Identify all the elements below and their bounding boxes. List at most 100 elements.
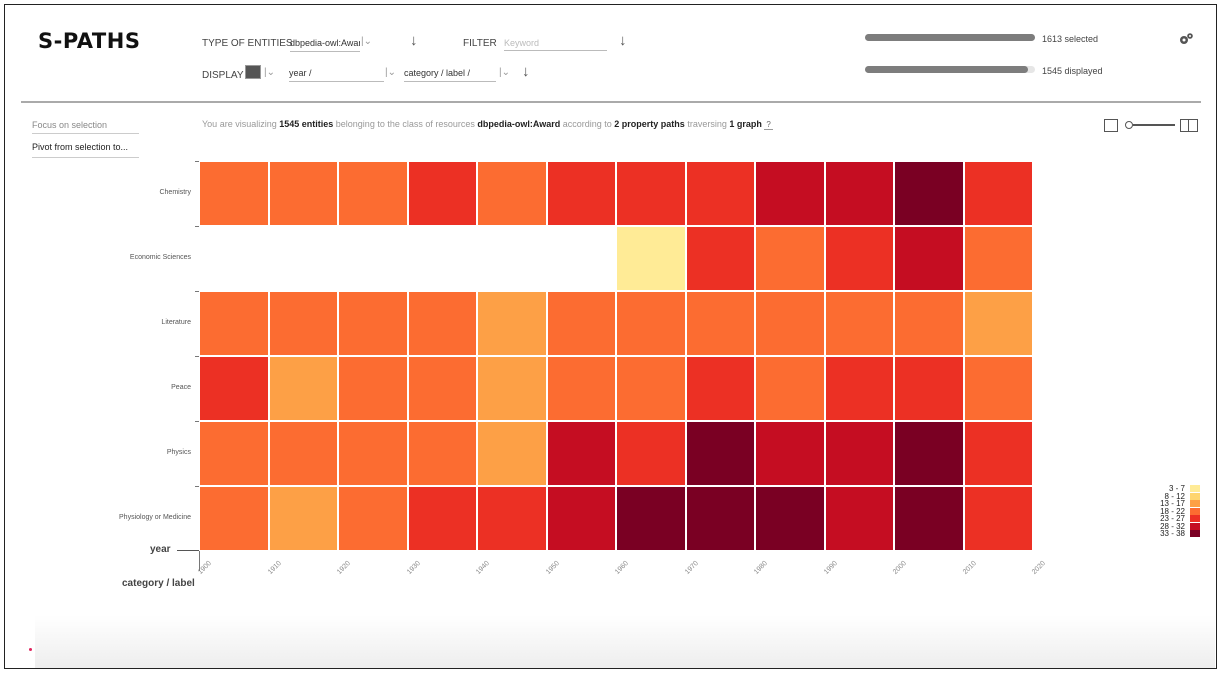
- type-down-arrow-icon[interactable]: ↓: [410, 32, 418, 49]
- display-type-chevron-icon[interactable]: |⌄: [264, 67, 275, 78]
- heatmap-cell[interactable]: [755, 161, 825, 226]
- heatmap-cell[interactable]: [824, 356, 894, 421]
- heatmap-cell[interactable]: [199, 421, 269, 486]
- heatmap-cell[interactable]: [199, 356, 269, 421]
- y-tick-label[interactable]: Peace: [71, 384, 191, 391]
- heatmap-cell[interactable]: [894, 161, 964, 226]
- heatmap-cell[interactable]: [268, 291, 338, 356]
- heatmap-cell[interactable]: [616, 356, 686, 421]
- heatmap-cell[interactable]: [755, 291, 825, 356]
- heatmap-cell[interactable]: [338, 421, 408, 486]
- heatmap-cell[interactable]: [338, 291, 408, 356]
- focus-on-selection[interactable]: Focus on selection: [32, 120, 107, 130]
- heatmap-cell[interactable]: [824, 291, 894, 356]
- y-tick-label[interactable]: Literature: [71, 319, 191, 326]
- x-select-chevron-icon[interactable]: |⌄: [385, 67, 396, 78]
- x-axis-name[interactable]: year: [150, 544, 171, 555]
- heatmap-cell[interactable]: [199, 161, 269, 226]
- heatmap-cell[interactable]: [407, 421, 477, 486]
- heatmap-cell[interactable]: [824, 486, 894, 551]
- heatmap-cell[interactable]: [546, 486, 616, 551]
- type-select-chevron-icon[interactable]: |⌄: [361, 36, 372, 47]
- heatmap-cell[interactable]: [268, 356, 338, 421]
- y-tick-label[interactable]: Physiology or Medicine: [71, 514, 191, 521]
- heatmap-cell[interactable]: [477, 356, 547, 421]
- filter-down-arrow-icon[interactable]: ↓: [619, 32, 627, 49]
- gears-icon[interactable]: [1178, 32, 1194, 46]
- heatmap-cell[interactable]: [199, 291, 269, 356]
- heatmap-cell[interactable]: [546, 161, 616, 226]
- heatmap-cell[interactable]: [477, 421, 547, 486]
- displayed-count: 1545 displayed: [1042, 66, 1103, 76]
- heatmap-cell[interactable]: [546, 356, 616, 421]
- heatmap-cell[interactable]: [477, 291, 547, 356]
- heatmap-cell[interactable]: [824, 161, 894, 226]
- heatmap-type-icon[interactable]: [245, 65, 261, 79]
- split-panel-icon[interactable]: [1180, 119, 1198, 132]
- pivot-from-selection[interactable]: Pivot from selection to...: [32, 142, 128, 152]
- heatmap-cell[interactable]: [268, 486, 338, 551]
- view-slider-track[interactable]: [1133, 124, 1175, 126]
- single-panel-icon[interactable]: [1104, 119, 1118, 132]
- heatmap-cell[interactable]: [477, 486, 547, 551]
- selected-count: 1613 selected: [1042, 34, 1099, 44]
- view-slider-handle[interactable]: [1125, 121, 1133, 129]
- info-text-1: You are visualizing: [202, 119, 277, 129]
- heatmap-cell[interactable]: [755, 226, 825, 291]
- y-tick-label[interactable]: Economic Sciences: [71, 254, 191, 261]
- heatmap-cell[interactable]: [824, 421, 894, 486]
- y-axis-name[interactable]: category / label: [122, 578, 195, 589]
- heatmap-cell[interactable]: [963, 161, 1033, 226]
- heatmap-cell[interactable]: [407, 161, 477, 226]
- heatmap-cell[interactable]: [755, 486, 825, 551]
- heatmap-cell[interactable]: [963, 486, 1033, 551]
- heatmap-chart[interactable]: [199, 161, 1033, 551]
- heatmap-cell[interactable]: [894, 486, 964, 551]
- heatmap-cell[interactable]: [199, 486, 269, 551]
- y-select-chevron-icon[interactable]: |⌄: [499, 67, 510, 78]
- heatmap-cell[interactable]: [685, 421, 755, 486]
- filter-keyword-input[interactable]: Keyword: [504, 38, 607, 51]
- display-y-select[interactable]: category / label /: [404, 68, 496, 82]
- heatmap-cell[interactable]: [894, 356, 964, 421]
- heatmap-cell[interactable]: [546, 421, 616, 486]
- heatmap-cell[interactable]: [963, 356, 1033, 421]
- type-of-entities-select[interactable]: dbpedia-owl:Award (16: [290, 38, 360, 52]
- heatmap-cell[interactable]: [407, 486, 477, 551]
- heatmap-cell[interactable]: [894, 226, 964, 291]
- heatmap-cell[interactable]: [338, 161, 408, 226]
- heatmap-cell[interactable]: [546, 291, 616, 356]
- heatmap-cell[interactable]: [894, 421, 964, 486]
- heatmap-legend: 3 - 78 - 12 13 - 17 18 - 22 23 - 27 28 - 32 3…: [1125, 484, 1200, 538]
- heatmap-cell[interactable]: [407, 356, 477, 421]
- heatmap-cell[interactable]: [616, 421, 686, 486]
- heatmap-cell[interactable]: [407, 291, 477, 356]
- y-tick-label[interactable]: Chemistry: [71, 189, 191, 196]
- heatmap-cell[interactable]: [685, 291, 755, 356]
- heatmap-cell[interactable]: [894, 291, 964, 356]
- heatmap-cell[interactable]: [685, 161, 755, 226]
- display-down-arrow-icon[interactable]: ↓: [522, 63, 530, 80]
- heatmap-cell[interactable]: [616, 161, 686, 226]
- heatmap-cell[interactable]: [338, 486, 408, 551]
- heatmap-cell[interactable]: [824, 226, 894, 291]
- heatmap-cell[interactable]: [685, 486, 755, 551]
- heatmap-cell[interactable]: [963, 421, 1033, 486]
- y-tick-label[interactable]: Physics: [71, 449, 191, 456]
- heatmap-cell[interactable]: [616, 486, 686, 551]
- heatmap-cell[interactable]: [963, 226, 1033, 291]
- heatmap-cell[interactable]: [268, 421, 338, 486]
- heatmap-cell[interactable]: [755, 356, 825, 421]
- heatmap-cell[interactable]: [616, 226, 686, 291]
- help-link[interactable]: ?: [764, 120, 773, 130]
- heatmap-cell[interactable]: [477, 161, 547, 226]
- heatmap-cell[interactable]: [338, 356, 408, 421]
- heatmap-cell[interactable]: [963, 291, 1033, 356]
- heatmap-cell[interactable]: [755, 421, 825, 486]
- heatmap-cell[interactable]: [268, 161, 338, 226]
- heatmap-cell[interactable]: [685, 356, 755, 421]
- heatmap-cell[interactable]: [685, 226, 755, 291]
- x-tick-label: 1980: [753, 559, 769, 576]
- heatmap-cell[interactable]: [616, 291, 686, 356]
- display-x-select[interactable]: year /: [289, 68, 384, 82]
